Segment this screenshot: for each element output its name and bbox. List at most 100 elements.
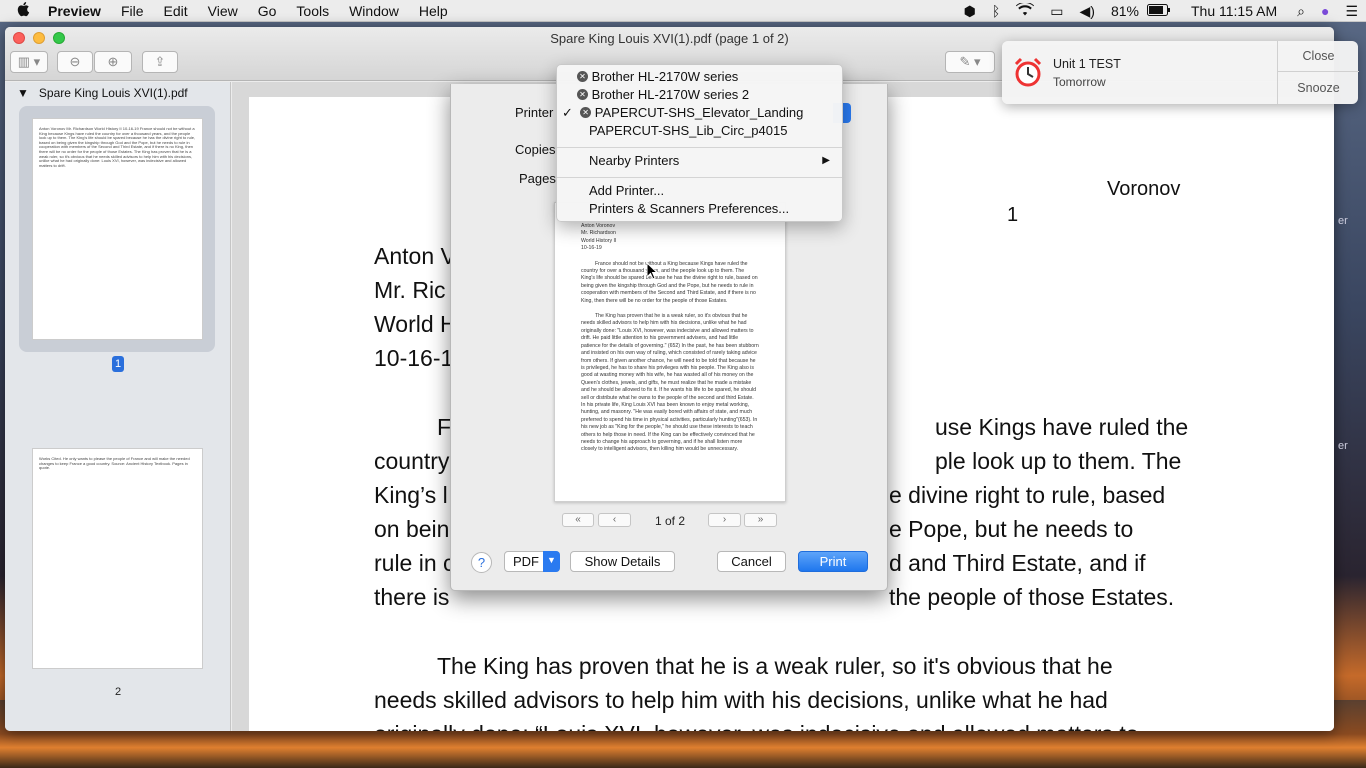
page-indicator: 1 of 2 [655, 514, 686, 528]
add-printer-item[interactable]: Add Printer... [557, 182, 842, 200]
alarm-clock-icon [1012, 56, 1044, 91]
para1-line-right: the people of those Estates. [889, 584, 1175, 610]
printer-name: PAPERCUT-SHS_Elevator_Landing [594, 105, 804, 120]
printer-name: PAPERCUT-SHS_Lib_Circ_p4015 [589, 123, 788, 138]
para1-line: rule in c [374, 550, 455, 576]
volume-icon[interactable]: ◀) [1072, 0, 1103, 22]
preview-paragraph-1: France should not be without a King beca… [581, 260, 758, 304]
preview-header-line: Mr. Richardson [581, 230, 616, 237]
sidebar-toggle-button[interactable]: ▥ ▾ [10, 51, 48, 73]
share-button[interactable]: ⇪ [142, 51, 178, 73]
menu-view[interactable]: View [198, 0, 248, 22]
mouse-cursor-icon [646, 261, 659, 283]
printer-status-icon: ✕ [580, 107, 592, 119]
last-page-button[interactable]: » [744, 513, 777, 527]
para1-line: King’s l [374, 482, 448, 508]
printer-label: Printer [515, 105, 554, 120]
menu-file[interactable]: File [111, 0, 154, 22]
menu-separator [557, 177, 842, 178]
menu-window[interactable]: Window [339, 0, 409, 22]
pdf-label: PDF [513, 554, 539, 569]
zoom-in-button[interactable]: ⊕ [94, 51, 132, 73]
bluetooth-icon[interactable]: ᛒ [984, 0, 1008, 22]
printer-status-icon: ✕ [577, 71, 588, 83]
copies-label: Copies [515, 142, 556, 157]
heading-line: Mr. Ric [374, 277, 446, 303]
preview-header-line: World History II [581, 237, 617, 244]
para1-line-right: e divine right to rule, based [889, 482, 1166, 508]
preview-header-line: Anton Voronov [581, 223, 616, 229]
spotlight-search-icon[interactable]: ⌕ [1289, 0, 1313, 22]
header-page-number: 1 [1007, 204, 1019, 226]
para1-line: country [374, 448, 450, 474]
menu-help[interactable]: Help [409, 0, 458, 22]
page-2-label: 2 [114, 686, 122, 698]
para1-line-right: e Pope, but he needs to [889, 516, 1134, 542]
checkmark-icon: ✓ [562, 105, 573, 120]
preview-header-line: 10-16-19 [581, 245, 602, 252]
menu-separator [557, 147, 842, 148]
menu-app-preview[interactable]: Preview [38, 0, 111, 22]
notification-center-icon[interactable]: ☰ [1337, 0, 1366, 22]
nearby-printers-label: Nearby Printers [589, 153, 680, 168]
pdf-menu-button[interactable]: PDF ▼ [504, 551, 560, 572]
preview-paragraph-2: The King has proven that he is a weak ru… [581, 313, 759, 453]
menu-go[interactable]: Go [248, 0, 287, 22]
next-page-button[interactable]: › [708, 513, 741, 527]
page-1-label: 1 [112, 356, 124, 372]
para1-line-right: d and Third Estate, and if [889, 550, 1146, 576]
menu-edit[interactable]: Edit [154, 0, 198, 22]
battery-percent[interactable]: 81% [1103, 0, 1147, 22]
notification-subtitle: Tomorrow [1053, 75, 1106, 89]
printer-option[interactable]: ✕ Brother HL-2170W series [557, 68, 842, 86]
para2-line: needs skilled advisors to help him with … [374, 687, 1108, 713]
printer-name: Brother HL-2170W series 2 [591, 87, 750, 102]
background-text: er [1338, 440, 1348, 452]
nearby-printers-item[interactable]: Nearby Printers ▶ [557, 152, 842, 170]
wifi-icon[interactable] [1008, 0, 1042, 22]
para1-line: on bein [374, 516, 450, 542]
apple-menu-icon[interactable] [8, 1, 38, 21]
para1-line-right: ple look up to them. The [935, 448, 1182, 474]
show-details-button[interactable]: Show Details [570, 551, 675, 572]
page-1-thumbnail: Anton Voronov Mr. Richardson World Histo… [32, 118, 203, 340]
notification-title: Unit 1 TEST [1053, 57, 1121, 71]
background-window-edge: er er [1334, 60, 1366, 700]
reminder-notification[interactable]: Unit 1 TEST Tomorrow Close Snooze [1002, 41, 1359, 104]
para2-line: originally done: “Louis XVI, however, wa… [374, 717, 1139, 731]
para1-line-right: use Kings have ruled the [935, 414, 1189, 440]
printer-dropdown-menu: ✕ Brother HL-2170W series ✕ Brother HL-2… [556, 64, 843, 222]
sidebar-document-name: Spare King Louis XVI(1).pdf [38, 86, 188, 100]
background-text: er [1338, 215, 1348, 227]
thumbnail-page-1-selected[interactable]: Anton Voronov Mr. Richardson World Histo… [19, 106, 215, 352]
printer-option[interactable]: ✕ Brother HL-2170W series 2 [557, 86, 842, 104]
help-button[interactable]: ? [471, 552, 492, 573]
dropbox-icon[interactable]: ⬢ [956, 0, 984, 22]
printer-name: Brother HL-2170W series [591, 69, 739, 84]
heading-line: 10-16-1 [374, 345, 454, 371]
cancel-button[interactable]: Cancel [717, 551, 786, 572]
heading-line: World H [374, 311, 457, 337]
menu-tools[interactable]: Tools [286, 0, 339, 22]
chevron-down-icon: ▼ [543, 551, 560, 572]
printer-status-icon: ✕ [577, 89, 588, 101]
zoom-out-button[interactable]: ⊖ [57, 51, 93, 73]
battery-icon[interactable] [1146, 0, 1179, 22]
menu-bar: Preview File Edit View Go Tools Window H… [0, 0, 1366, 22]
sidebar-document-title[interactable]: ▼ Spare King Louis XVI(1).pdf [17, 86, 188, 100]
previous-page-button[interactable]: ‹ [598, 513, 631, 527]
first-page-button[interactable]: « [562, 513, 594, 527]
airplay-icon[interactable]: ▭ [1042, 0, 1071, 22]
page-2-thumbnail[interactable]: Works Cited. He only wants to please the… [32, 448, 203, 669]
print-button[interactable]: Print [798, 551, 868, 572]
thumbnail-sidebar: ▼ Spare King Louis XVI(1).pdf Anton Voro… [5, 82, 231, 731]
printer-option[interactable]: PAPERCUT-SHS_Lib_Circ_p4015 [557, 122, 842, 140]
printer-option-selected[interactable]: ✓ ✕ PAPERCUT-SHS_Elevator_Landing [557, 104, 842, 122]
markup-pen-button[interactable]: ✎ ▾ [945, 51, 995, 73]
para1-line: F [437, 414, 452, 440]
siri-icon[interactable]: ● [1313, 0, 1337, 22]
para2-line: The King has proven that he is a weak ru… [437, 653, 1113, 679]
clock[interactable]: Thu 11:15 AM [1179, 0, 1289, 22]
submenu-arrow-icon: ▶ [822, 155, 830, 166]
printers-scanners-preferences-item[interactable]: Printers & Scanners Preferences... [557, 200, 842, 218]
